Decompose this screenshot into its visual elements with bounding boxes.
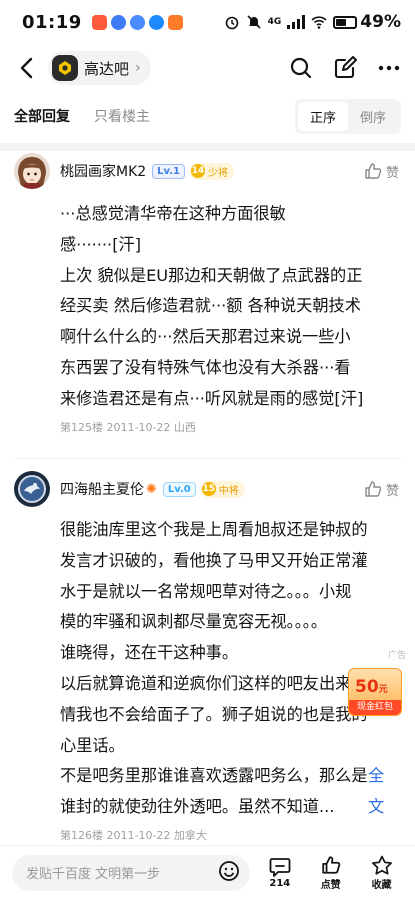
ad-amount: 50元 [355,677,388,697]
reply-placeholder: 发贴千百度 文明第一步 [26,867,161,882]
reply-post: 桃园画家MK2 Lv.1 14 少将 赞 ···总感觉清华帝在这种方面很敏 感·… [0,151,415,435]
app-notification-icon [91,14,107,30]
status-time: 01:19 [22,11,82,33]
back-button[interactable] [12,52,40,84]
thumb-up-icon [365,481,382,497]
alarm-icon [225,16,238,30]
favorite-label: 收藏 [371,879,392,891]
ad-label: 现金红包 [349,700,401,715]
like-post-label: 点赞 [320,879,341,891]
mute-icon [247,15,261,29]
forum-avatar [52,55,78,81]
status-bar: 01:19 4G 49% [0,0,415,44]
more-button[interactable] [375,54,403,82]
tab-only-op[interactable]: 只看楼主 [94,106,150,126]
like-post-button[interactable]: 点赞 [309,855,352,891]
post-content-wrap: 很能油库里这个我是上周看旭叔还是钟叔的 发言才识破的，看他换了马甲又开始正常灌 … [14,515,399,823]
avatar[interactable] [14,153,50,189]
sort-descending-button[interactable]: 倒序 [348,102,398,131]
forum-link[interactable]: 高达吧 › [48,51,151,85]
app-notification-icon [167,14,183,30]
rank-badge: 15 中将 [200,480,245,498]
search-button[interactable] [287,54,315,82]
ad-tag: 广告 [387,651,406,661]
gundam-logo-icon [59,61,71,75]
user-avatar-image [14,153,50,189]
bottom-action-bar: 发贴千百度 文明第一步 214 点赞 收藏 [0,846,415,899]
battery-level [336,18,347,26]
username[interactable]: 桃园画家MK2 [60,161,146,181]
rank-number: 15 [201,482,216,496]
post-meta: 第126楼 2011-10-22 加拿大 [60,828,207,842]
wifi-icon [311,16,327,29]
post-content: ···总感觉清华帝在这种方面很敏 感·······[汗] 上次 貌似是EU那边和… [60,204,364,408]
post-header: 四海船主夏伦 ✺ Lv.0 15 中将 赞 [14,469,399,509]
red-packet-icon: 50元 现金红包 [348,668,402,716]
app-notification-icon [148,14,164,30]
section-divider [0,143,415,151]
edit-button[interactable] [331,54,359,82]
reply-filter-bar: 全部回复 只看楼主 正序 倒序 [0,96,415,136]
sort-ascending-button[interactable]: 正序 [297,101,348,131]
like-button[interactable]: 赞 [364,480,399,499]
status-app-icons [91,14,183,30]
sort-toggle: 正序 倒序 [294,98,401,134]
comments-button[interactable]: 214 [258,857,301,889]
emoji-button[interactable] [218,860,240,886]
flame-icon: ✺ [146,481,157,497]
battery-icon [333,15,358,29]
top-nav: 高达吧 › [0,44,415,92]
level-badge: Lv.0 [162,481,196,497]
more-dots-icon [378,65,400,71]
post-meta: 第125楼 2011-10-22 山西 [60,420,196,434]
rank-number: 14 [191,164,206,178]
comment-count: 214 [269,877,291,889]
rank-badge: 14 少将 [190,162,235,180]
network-type: 4G [267,17,282,27]
tab-all-replies[interactable]: 全部回复 [14,106,70,126]
avatar[interactable] [14,471,50,507]
full-text-link[interactable]: 全文 [368,761,399,823]
comment-icon [269,857,291,877]
like-label: 赞 [385,483,399,499]
rank-title: 中将 [218,485,239,497]
app-notification-icon [129,14,145,30]
rank-title: 少将 [208,167,229,179]
reply-input[interactable]: 发贴千百度 文明第一步 [12,854,251,891]
battery-indicator: 49% [333,12,401,32]
star-icon [371,855,392,875]
level-badge: Lv.1 [152,163,186,179]
favorite-button[interactable]: 收藏 [360,855,403,891]
search-icon [290,57,312,79]
forum-name: 高达吧 [84,59,130,78]
thumb-up-icon [322,855,340,874]
edit-icon [334,56,357,79]
emoji-icon [219,860,240,881]
like-button[interactable]: 赞 [364,162,399,181]
like-label: 赞 [385,165,399,181]
back-arrow-icon [20,57,33,79]
app-notification-icon [110,14,126,30]
signal-icon [287,15,306,29]
thumb-up-icon [365,163,382,179]
post-header: 桃园画家MK2 Lv.1 14 少将 赞 [14,151,399,191]
battery-percent: 49% [360,12,401,32]
red-packet-ad[interactable]: 广告 50元 现金红包 [346,648,406,718]
user-avatar-image [14,471,50,507]
username[interactable]: 四海船主夏伦 [60,479,144,499]
chevron-right-icon: › [135,60,141,76]
post-divider [14,458,401,459]
